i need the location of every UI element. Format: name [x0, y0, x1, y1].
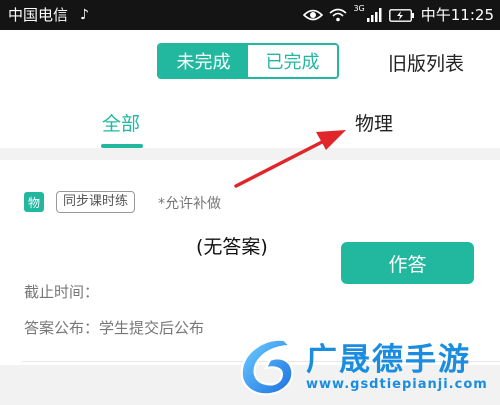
tab-all[interactable]: 全部	[102, 109, 140, 136]
answer-publish-info: 答案公布：学生提交后公布	[24, 319, 205, 337]
allow-late-note: *允许补做	[158, 196, 221, 212]
active-tab-indicator	[101, 144, 143, 148]
watermark-title: 广晟德手游	[306, 342, 471, 378]
tiktok-icon: ♪	[80, 7, 89, 23]
status-icons: 3G 中午11:25	[303, 5, 494, 25]
network-type: 3G	[353, 4, 365, 13]
answer-status: (无答案)	[196, 236, 268, 258]
segment-finished[interactable]: 已完成	[248, 45, 337, 77]
status-bar: 中国电信 ♪ 3G 中午11:25	[0, 0, 500, 30]
answer-button[interactable]: 作答	[341, 242, 474, 284]
subject-badge: 物	[24, 192, 44, 212]
segment-unfinished[interactable]: 未完成	[159, 45, 248, 77]
carrier-name: 中国电信	[8, 6, 69, 24]
status-segmented-control: 未完成 已完成	[157, 43, 339, 79]
watermark-url: www.gsdtiepianji.com	[306, 377, 488, 392]
old-list-link[interactable]: 旧版列表	[388, 49, 464, 76]
battery-icon	[388, 8, 414, 22]
deadline-label: 截止时间：	[24, 283, 100, 301]
header: 未完成 已完成 旧版列表 全部 物理	[0, 30, 500, 148]
signal-icon	[366, 8, 382, 22]
eye-icon	[303, 9, 324, 21]
clock: 中午11:25	[420, 6, 494, 24]
watermark-logo	[240, 338, 294, 396]
wifi-icon	[329, 8, 347, 22]
assignment-type-tag: 同步课时练	[56, 191, 136, 213]
tab-physics[interactable]: 物理	[355, 109, 393, 136]
